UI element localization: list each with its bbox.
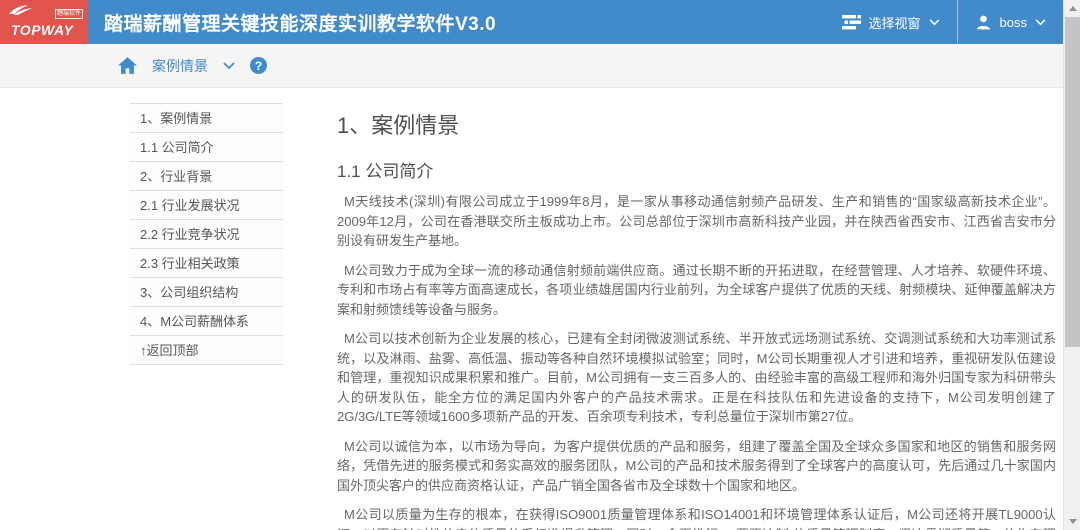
scroll-down-button[interactable] (1064, 513, 1080, 530)
logo-wing-icon (9, 5, 32, 15)
chevron-down-icon (929, 18, 939, 25)
sidebar-item-industry-competition[interactable]: 2.2 行业竞争状况 (130, 220, 283, 249)
scrollbar[interactable] (1063, 0, 1080, 530)
user-menu[interactable]: boss (958, 0, 1063, 44)
scroll-up-button[interactable] (1064, 0, 1080, 17)
subsection-heading: 1.1 公司简介 (337, 162, 434, 181)
paragraph: M公司以诚信为本，以市场为导向，为客户提供优质的产品和服务，组建了覆盖全国及全球… (337, 438, 1056, 493)
top-header: TOPWAY 踏瑞软件 踏瑞薪酬管理关键技能深度实训教学软件V3.0 选择视窗 (0, 0, 1063, 44)
sidebar-item-salary-system[interactable]: 4、M公司薪酬体系 (130, 307, 283, 336)
window-select-dropdown[interactable]: 选择视窗 (825, 0, 957, 44)
nav-dropdown-toggle[interactable] (223, 61, 235, 70)
window-layout-icon (841, 14, 861, 29)
logo-brand-text: TOPWAY (11, 22, 74, 38)
user-name: boss (999, 14, 1027, 30)
sidebar-item-industry-development[interactable]: 2.1 行业发展状况 (130, 191, 283, 220)
topway-logo[interactable]: TOPWAY 踏瑞软件 (0, 0, 88, 44)
paragraph: M公司致力于成为全球一流的移动通信射频前端供应商。通过长期不断的开拓进取，在经营… (337, 262, 1056, 317)
user-icon (976, 15, 990, 29)
paragraph: M公司以技术创新为企业发展的核心，已建有全封闭微波测试系统、半开放式远场测试系统… (337, 331, 1056, 424)
home-button[interactable] (118, 57, 137, 74)
sidebar-item-case-scenario[interactable]: 1、案例情景 (130, 104, 283, 133)
sidebar-item-back-to-top[interactable]: ↑返回顶部 (130, 336, 283, 365)
sidebar-item-company-profile[interactable]: 1.1 公司简介 (130, 133, 283, 162)
app-window: TOPWAY 踏瑞软件 踏瑞薪酬管理关键技能深度实训教学软件V3.0 选择视窗 (0, 0, 1080, 530)
chevron-down-icon (1035, 18, 1046, 25)
sidebar-item-org-structure[interactable]: 3、公司组织结构 (130, 278, 283, 307)
chevron-down-icon (223, 61, 235, 69)
paragraph: M天线技术(深圳)有限公司成立于1999年8月，是一家从事移动通信射频产品研发、… (337, 194, 1056, 248)
header-right: 选择视窗 boss (825, 0, 1063, 44)
help-button[interactable]: ? (250, 57, 267, 74)
section-heading: 1、案例情景 (337, 113, 460, 138)
home-icon (118, 57, 137, 74)
paragraph: M公司以质量为生存的根本，在获得ISO9001质量管理体系和ISO14001和环… (337, 507, 1056, 530)
logo-sub-text: 踏瑞软件 (54, 9, 83, 19)
sidebar-menu: 1、案例情景 1.1 公司简介 2、行业背景 2.1 行业发展状况 2.2 行业… (130, 103, 283, 365)
article-content: 1、案例情景 1.1 公司简介 M天线技术(深圳)有限公司成立于1999年8月，… (337, 96, 1056, 530)
window-select-label: 选择视窗 (868, 15, 921, 31)
sidebar-item-industry-background[interactable]: 2、行业背景 (130, 162, 283, 191)
scroll-up-icon (1068, 6, 1077, 11)
nav-current-page[interactable]: 案例情景 (152, 56, 208, 76)
sidebar-item-industry-policy[interactable]: 2.3 行业相关政策 (130, 249, 283, 278)
breadcrumb-bar: 案例情景 ? (0, 44, 1063, 88)
app-title: 踏瑞薪酬管理关键技能深度实训教学软件V3.0 (104, 13, 497, 35)
scroll-down-icon (1068, 519, 1077, 524)
scroll-thumb[interactable] (1065, 17, 1080, 347)
